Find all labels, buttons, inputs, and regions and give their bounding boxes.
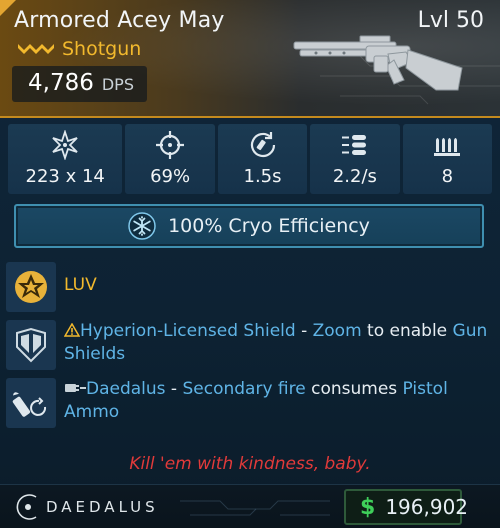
stat-magazine-value: 8 [441,166,454,187]
perk-daedalus-text: Daedalus - Secondary fire consumes Pisto… [64,378,494,428]
perk-luv-icon-box [6,262,56,312]
daedalus-logo-icon [16,494,37,520]
dps-value: 4,786 [28,70,94,96]
cryo-icon [128,212,156,240]
perk-daedalus-icon-box [6,378,56,428]
hyperion-shield-icon [16,327,46,363]
weapon-type-row: Shotgun [16,38,141,60]
stat-reload-value: 1.5s [243,166,282,187]
accuracy-icon [156,131,185,159]
pistol-ammo-icon [12,392,47,417]
weapon-type: Shotgun [62,38,142,60]
perk-daedalus-separator: - [165,379,183,399]
weapon-level: Lvl 50 [417,8,484,33]
perk-daedalus: Daedalus - Secondary fire consumes Pisto… [6,378,494,428]
dps-box: 4,786 DPS [12,66,147,102]
manufacturer-plug-icon [65,384,86,392]
perk-daedalus-action: Secondary fire [182,379,306,399]
footer-circuit-pattern [180,500,330,516]
perk-hyperion-middle: to enable [361,321,453,341]
reload-time-icon [250,132,275,158]
dps-unit: DPS [101,75,134,94]
perk-hyperion-separator: - [295,321,313,341]
item-footer: DAEDALUS $ 196,902 [0,484,500,528]
perk-daedalus-name: Daedalus [86,379,166,399]
stat-fire-rate-value: 2.2/s [332,166,377,187]
item-header: Armored Acey May Lvl 50 Shotgun 4,786 DP… [0,0,500,118]
stats-row: 223 x 14 69% 1.5s 2.2/s 8 [8,124,492,194]
rarity-chevrons-icon [18,44,54,54]
perk-luv-text: LUV [64,262,97,312]
manufacturer-name: DAEDALUS [46,498,159,516]
shotgun-image [293,35,463,91]
perk-hyperion-name: Hyperion-Licensed Shield [80,321,296,341]
stat-damage-value: 223 x 14 [25,166,105,187]
stat-reload: 1.5s [217,124,308,194]
element-efficiency-bar: 100% Cryo Efficiency [14,204,484,248]
flavor-text: Kill 'em with kindness, baby. [129,454,371,474]
warning-icon [63,322,81,337]
manufacturer-badge: DAEDALUS [14,491,174,523]
damage-icon [52,130,78,160]
price-box: $ 196,902 [344,489,468,525]
price-value: 196,902 [385,495,469,519]
stat-magazine: 8 [402,124,492,194]
stat-damage: 223 x 14 [8,124,123,194]
perk-hyperion-shield: Hyperion-Licensed Shield - Zoom to enabl… [6,320,494,370]
perk-hyperion-text: Hyperion-Licensed Shield - Zoom to enabl… [63,320,494,370]
perk-luv-name: LUV [64,275,97,295]
stat-accuracy: 69% [125,124,215,194]
fire-rate-icon [341,135,366,155]
element-efficiency-text: 100% Cryo Efficiency [168,215,370,237]
item-card: Armored Acey May Lvl 50 Shotgun 4,786 DP… [0,0,500,528]
luv-icon [15,271,47,303]
perk-daedalus-middle: consumes [305,379,403,399]
perk-hyperion-action: Zoom [312,321,362,341]
perk-hyperion-icon-box [6,320,56,370]
perk-luv: LUV [6,262,494,312]
magazine-size-icon [434,138,461,156]
dollar-icon: $ [360,494,376,520]
stat-accuracy-value: 69% [150,166,191,187]
stat-fire-rate: 2.2/s [310,124,400,194]
weapon-name: Armored Acey May [14,8,225,33]
